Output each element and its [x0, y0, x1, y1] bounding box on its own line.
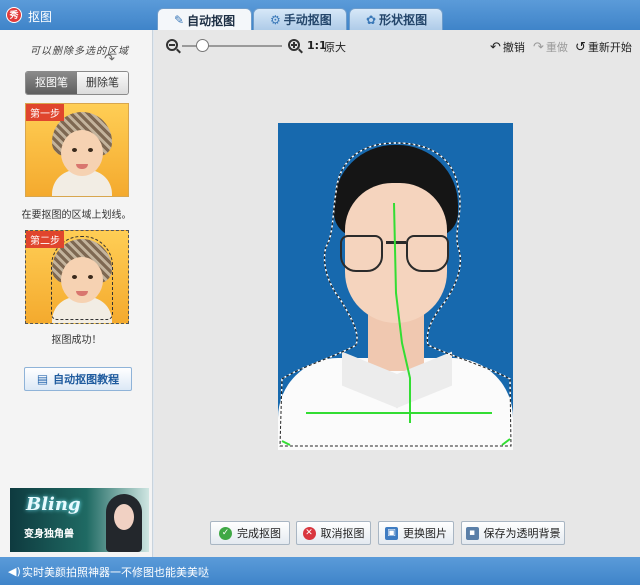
canvas-area: 1:1 原大 ↶ 撤销 ↷ 重做 ↺ 重新开始 ✓ 完成抠图 ✕ 取消抠图 ▣ … [154, 30, 640, 557]
title-bar: 秀 抠图 ✎ 自动抠图 ⚙ 手动抠图 ✿ 形状抠图 [0, 0, 640, 31]
tab-auto-cutout[interactable]: ✎ 自动抠图 [157, 8, 252, 31]
step2-badge: 第二步 [26, 231, 64, 248]
brush-stroke-bottom [281, 438, 511, 446]
replace-label: 更换图片 [403, 527, 447, 540]
tab-label: 手动抠图 [283, 13, 332, 27]
speaker-icon: ◀) [8, 565, 21, 578]
banner-headline: Bling [26, 494, 81, 515]
brush-icon: ✎ [174, 13, 185, 27]
zoom-out-minus [169, 44, 175, 46]
redo-icon: ↷ [533, 39, 544, 55]
gear-icon: ⚙ [270, 12, 281, 27]
replace-image-button[interactable]: ▣ 更换图片 [378, 521, 454, 545]
banner-slogan: 变身独角兽 [24, 529, 74, 540]
reset-button[interactable]: ↺ 重新开始 [575, 39, 632, 55]
image-icon: ▣ [385, 526, 398, 540]
reset-icon: ↺ [575, 39, 586, 55]
sidebar: 可以删除多选的区域 ↷ 抠图笔 删除笔 第一步 在要抠图的区域上划线。 第二步 … [0, 30, 153, 557]
step1-caption: 在要抠图的区域上划线。 [21, 210, 132, 221]
app-logo-icon: 秀 [6, 7, 22, 23]
toolbar: 1:1 原大 ↶ 撤销 ↷ 重做 ↺ 重新开始 [154, 30, 640, 62]
undo-button[interactable]: ↶ 撤销 [490, 39, 525, 55]
tab-shape-cutout[interactable]: ✿ 形状抠图 [349, 8, 443, 30]
baby-illustration [48, 112, 114, 196]
check-icon: ✓ [219, 526, 232, 540]
status-bar: ◀) 实时美颜拍照神器一不修图也能美美哒 [0, 557, 640, 585]
shape-icon: ✿ [366, 12, 377, 27]
original-size-label[interactable]: 原大 [324, 39, 346, 55]
brush-mode-toggle: 抠图笔 删除笔 [25, 71, 129, 95]
erase-brush-button[interactable]: 删除笔 [77, 72, 128, 94]
brush-stroke-vertical [393, 202, 411, 423]
step1-badge: 第一步 [26, 104, 64, 121]
cancel-cutout-button[interactable]: ✕ 取消抠图 [296, 521, 371, 545]
cancel-icon: ✕ [302, 526, 316, 540]
portrait-photo[interactable] [278, 123, 513, 450]
zoom-slider-thumb[interactable] [196, 39, 209, 52]
tab-manual-cutout[interactable]: ⚙ 手动抠图 [253, 8, 347, 30]
tutorial-label: 自动抠图教程 [53, 373, 120, 386]
baby-illustration [48, 236, 114, 323]
selection-overlay [279, 142, 512, 447]
zoom-in-minus [291, 44, 297, 46]
save-transparent-button[interactable]: ▪ 保存为透明背景 [461, 521, 565, 545]
action-bar: ✓ 完成抠图 ✕ 取消抠图 ▣ 更换图片 ▪ 保存为透明背景 [154, 521, 640, 547]
book-icon: ▤ [36, 372, 49, 386]
reset-label: 重新开始 [587, 41, 632, 54]
tab-label: 形状抠图 [379, 13, 428, 27]
status-text[interactable]: 实时美颜拍照神器一不修图也能美美哒 [22, 564, 209, 580]
redo-label: 重做 [545, 41, 568, 54]
banner-portrait [104, 494, 144, 552]
finish-label: 完成抠图 [237, 527, 281, 540]
undo-label: 撤销 [502, 41, 525, 54]
curved-arrow-icon: ↷ [104, 52, 115, 67]
step2-example-image: 第二步 [25, 230, 129, 324]
ad-banner[interactable]: Bling 变身独角兽 [10, 488, 149, 552]
tutorial-button[interactable]: ▤ 自动抠图教程 [24, 367, 132, 391]
finish-cutout-button[interactable]: ✓ 完成抠图 [210, 521, 290, 545]
cancel-label: 取消抠图 [320, 527, 365, 540]
window-title: 抠图 [28, 10, 53, 24]
tab-label: 自动抠图 [187, 13, 236, 28]
draw-brush-button[interactable]: 抠图笔 [26, 72, 77, 94]
undo-icon: ↶ [490, 39, 501, 55]
save-icon: ▪ [465, 526, 479, 540]
save-label: 保存为透明背景 [483, 527, 561, 540]
step1-example-image: 第一步 [25, 103, 129, 197]
redo-button[interactable]: ↷ 重做 [533, 39, 568, 55]
step2-caption: 抠图成功！ [51, 335, 102, 346]
